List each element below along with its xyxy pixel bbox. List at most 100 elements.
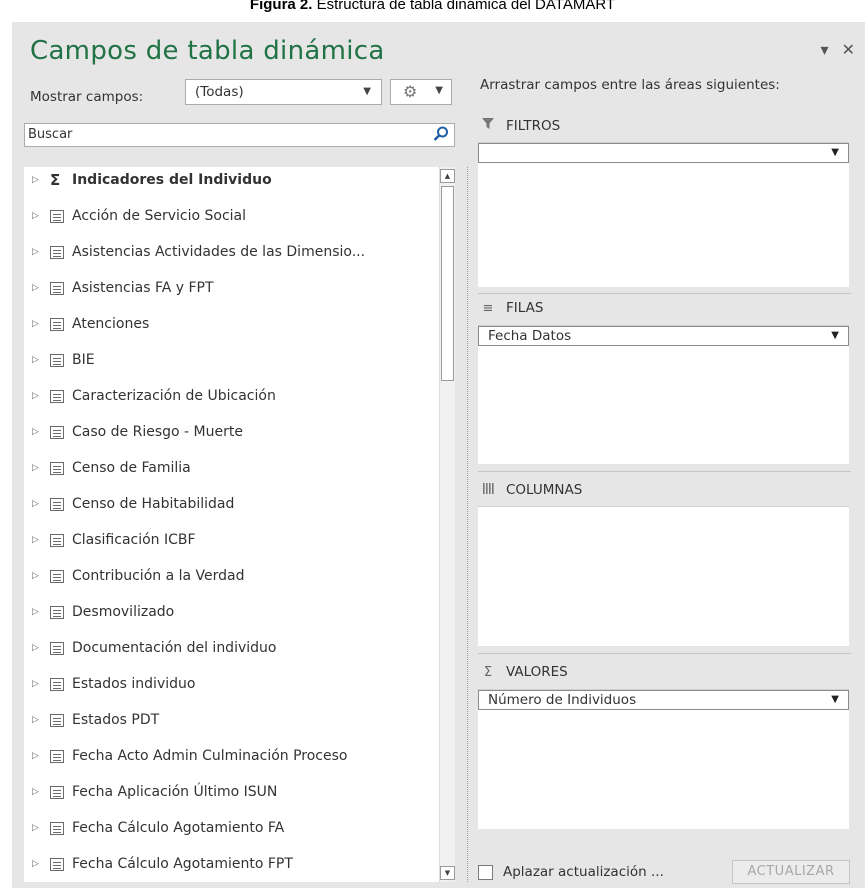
field-list-item[interactable]: ▷ Asistencias Actividades de las Dimensio… <box>24 234 439 270</box>
table-icon <box>50 533 64 547</box>
expand-icon[interactable]: ▷ <box>32 499 46 509</box>
table-icon <box>50 605 64 619</box>
field-label: Fecha Aplicación Último ISUN <box>72 784 278 800</box>
defer-update-checkbox[interactable] <box>478 864 493 880</box>
show-fields-select[interactable]: (Todas) ▼ <box>185 79 382 105</box>
field-list-item[interactable]: ▷ Acción de Servicio Social <box>24 198 439 234</box>
rows-area-label: FILAS <box>506 300 544 316</box>
search-placeholder: Buscar <box>28 127 73 142</box>
defer-update-label: Aplazar actualización ... <box>503 864 664 880</box>
field-label: Caracterización de Ubicación <box>72 388 276 404</box>
field-label: Caso de Riesgo - Muerte <box>72 424 243 440</box>
table-icon <box>50 317 64 331</box>
field-label: Estados individuo <box>72 676 196 692</box>
field-list-item[interactable]: ▷ Estados PDT <box>24 702 439 738</box>
rows-area-header: ≡ FILAS <box>480 300 850 316</box>
field-list-item[interactable]: ▷ Caso de Riesgo - Muerte <box>24 414 439 450</box>
scroll-thumb[interactable] <box>441 186 454 381</box>
tools-button[interactable]: ⚙ ▼ <box>390 79 452 105</box>
expand-icon[interactable]: ▷ <box>32 679 46 689</box>
field-list-item[interactable]: ▷ Documentación del individuo <box>24 630 439 666</box>
expand-icon[interactable]: ▷ <box>32 571 46 581</box>
filters-area-header: FILTROS <box>480 118 850 134</box>
field-list-item[interactable]: ▷ Clasificación ICBF <box>24 522 439 558</box>
values-field-chip[interactable]: Número de Individuos ▼ <box>478 690 849 710</box>
expand-icon[interactable]: ▷ <box>32 751 46 761</box>
field-list-item[interactable]: ▷ Fecha Aplicación Último ISUN <box>24 774 439 810</box>
expand-icon[interactable]: ▷ <box>32 355 46 365</box>
dropdown-icon[interactable]: ▾ <box>820 40 828 59</box>
drag-hint: Arrastrar campos entre las áreas siguien… <box>480 77 780 93</box>
table-icon <box>50 677 64 691</box>
field-label: Fecha Cálculo Agotamiento FPT <box>72 856 293 872</box>
scroll-down-icon[interactable]: ▼ <box>440 866 455 880</box>
filters-field-chip[interactable]: ▼ <box>478 143 849 163</box>
field-list-item[interactable]: ▷ Desmovilizado <box>24 594 439 630</box>
close-icon[interactable]: ✕ <box>842 40 855 59</box>
expand-icon[interactable]: ▷ <box>32 787 46 797</box>
rows-icon: ≡ <box>482 300 494 316</box>
table-icon <box>50 569 64 583</box>
field-list-item[interactable]: ▷ Fecha Cálculo Agotamiento FPT <box>24 846 439 882</box>
window-controls: ▾ ✕ <box>812 40 855 59</box>
rows-field-chip[interactable]: Fecha Datos ▼ <box>478 326 849 346</box>
field-list-item[interactable]: ▷ Fecha Acto Admin Culminación Proceso <box>24 738 439 774</box>
search-icon[interactable] <box>432 125 450 151</box>
expand-icon[interactable]: ▷ <box>32 823 46 833</box>
field-list-item[interactable]: ▷ Caracterización de Ubicación <box>24 378 439 414</box>
columns-area[interactable] <box>478 506 849 646</box>
expand-icon[interactable]: ▷ <box>32 535 46 545</box>
expand-icon[interactable]: ▷ <box>32 211 46 221</box>
field-list: ▷ Σ Indicadores del Individuo ▷ Acción de Se… <box>24 167 455 882</box>
expand-icon[interactable]: ▷ <box>32 607 46 617</box>
area-separator <box>478 653 851 654</box>
field-list-item[interactable]: ▷ Fecha Cálculo Agotamiento FA <box>24 810 439 846</box>
expand-icon[interactable]: ▷ <box>32 175 46 185</box>
field-label: Documentación del individuo <box>72 640 277 656</box>
show-fields-label: Mostrar campos: <box>30 89 144 105</box>
expand-icon[interactable]: ▷ <box>32 319 46 329</box>
table-icon <box>50 713 64 727</box>
expand-icon[interactable]: ▷ <box>32 643 46 653</box>
field-list-item[interactable]: ▷ Σ Indicadores del Individuo <box>24 167 439 198</box>
field-list-item[interactable]: ▷ Asistencias FA y FPT <box>24 270 439 306</box>
filters-area[interactable]: ▼ <box>478 142 849 287</box>
pivot-field-list-pane: Campos de tabla dinámica ▾ ✕ Mostrar cam… <box>12 22 865 888</box>
pane-divider[interactable] <box>467 167 470 882</box>
field-list-item[interactable]: ▷ Estados individuo <box>24 666 439 702</box>
chevron-down-icon[interactable]: ▼ <box>831 327 839 345</box>
expand-icon[interactable]: ▷ <box>32 247 46 257</box>
defer-update-option[interactable]: Aplazar actualización ... <box>478 864 664 880</box>
field-label: Censo de Familia <box>72 460 191 476</box>
expand-icon[interactable]: ▷ <box>32 463 46 473</box>
field-list-item[interactable]: ▷ Censo de Habitabilidad <box>24 486 439 522</box>
area-separator <box>478 293 851 294</box>
scroll-up-icon[interactable]: ▲ <box>440 169 455 183</box>
chevron-down-icon: ▼ <box>363 86 371 97</box>
expand-icon[interactable]: ▷ <box>32 859 46 869</box>
values-field-label: Número de Individuos <box>488 692 637 708</box>
field-list-item[interactable]: ▷ Contribución a la Verdad <box>24 558 439 594</box>
expand-icon[interactable]: ▷ <box>32 283 46 293</box>
field-label: Desmovilizado <box>72 604 175 620</box>
expand-icon[interactable]: ▷ <box>32 391 46 401</box>
field-list-item[interactable]: ▷ Censo de Familia <box>24 450 439 486</box>
rows-area[interactable]: Fecha Datos ▼ <box>478 325 849 464</box>
field-list-item[interactable]: ▷ Atenciones <box>24 306 439 342</box>
table-icon <box>50 281 64 295</box>
field-label: Acción de Servicio Social <box>72 208 246 224</box>
values-area[interactable]: Número de Individuos ▼ <box>478 689 849 829</box>
search-input[interactable]: Buscar <box>24 123 455 147</box>
field-list-item[interactable]: ▷ BIE <box>24 342 439 378</box>
area-separator <box>478 471 851 472</box>
chevron-down-icon[interactable]: ▼ <box>831 691 839 709</box>
vertical-scrollbar[interactable]: ▲ ▼ <box>439 167 455 882</box>
update-button[interactable]: ACTUALIZAR <box>732 860 850 884</box>
chevron-down-icon[interactable]: ▼ <box>831 144 839 162</box>
table-icon <box>50 245 64 259</box>
filters-area-label: FILTROS <box>506 118 561 134</box>
show-fields-value: (Todas) <box>195 84 244 100</box>
expand-icon[interactable]: ▷ <box>32 715 46 725</box>
pane-title: Campos de tabla dinámica <box>30 36 385 66</box>
expand-icon[interactable]: ▷ <box>32 427 46 437</box>
